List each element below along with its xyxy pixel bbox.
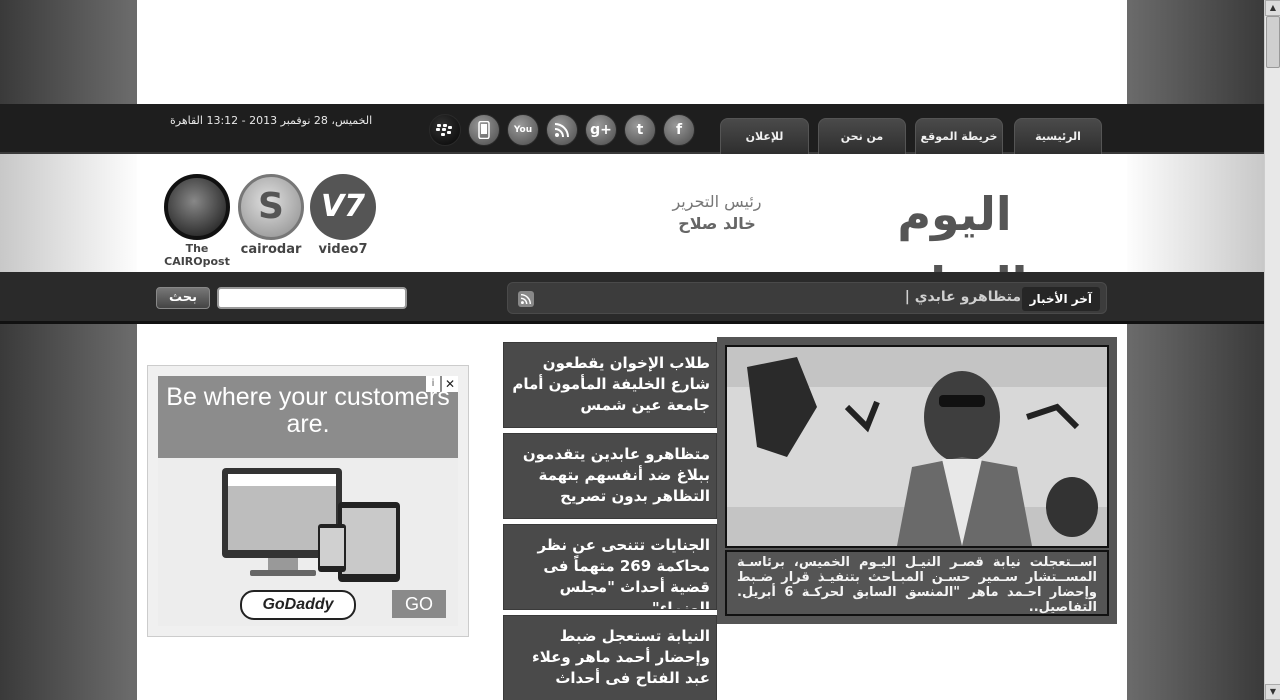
search-input[interactable] xyxy=(217,287,407,309)
site-header: The CAIROpost S cairodar V7 video7 رئيس … xyxy=(137,154,1127,311)
blackberry-icon[interactable] xyxy=(429,114,461,146)
twitter-icon[interactable]: t xyxy=(624,114,656,146)
featured-story[interactable]: اســتعجلت نيابة قصـر النيـل اليـوم الخمي… xyxy=(717,337,1117,624)
ticker-headline[interactable]: متظاهرو عابدي | xyxy=(905,289,1021,305)
ad-headline: Be where your customers are. xyxy=(166,383,450,438)
google-plus-icon[interactable]: g+ xyxy=(585,114,617,146)
cairopost-logo[interactable]: The CAIROpost xyxy=(162,174,232,268)
youtube-icon[interactable]: You xyxy=(507,114,539,146)
ad-close-icon[interactable]: ✕ xyxy=(442,376,458,392)
cairodar-logo[interactable]: S cairodar xyxy=(237,174,305,257)
ticker-label: آخر الأخبار xyxy=(1021,287,1100,311)
featured-photo[interactable] xyxy=(725,345,1109,548)
ad-go-button[interactable]: GO xyxy=(392,590,446,618)
top-navbar: الخميس، 28 نوفمبر 2013 - 13:12 القاهرة Y… xyxy=(0,104,1264,154)
news-item[interactable]: طلاب الإخوان يقطعون شارع الخليفة المأمون… xyxy=(503,342,717,428)
ticker-rss-icon[interactable] xyxy=(518,291,534,307)
news-item[interactable]: النيابة تستعجل ضبط وإحضار أحمد ماهر وعلا… xyxy=(503,615,717,700)
top-ad-area xyxy=(137,0,1127,104)
editor-name: خالد صلاح xyxy=(678,214,756,233)
news-item[interactable]: الجنايات تتنحى عن نظر محاكمة 269 متهماً … xyxy=(503,524,717,610)
mobile-icon[interactable] xyxy=(468,114,500,146)
facebook-icon[interactable]: f xyxy=(663,114,695,146)
site-logo[interactable]: اليوم السابع xyxy=(837,179,1072,311)
search-button[interactable]: بحث xyxy=(156,287,210,309)
ticker-box: متظاهرو عابدي | آخر الأخبار xyxy=(507,282,1107,314)
featured-caption[interactable]: اســتعجلت نيابة قصـر النيـل اليـوم الخمي… xyxy=(725,550,1109,616)
tab-home[interactable]: الرئيسية xyxy=(1014,118,1102,154)
vertical-scrollbar[interactable]: ▲ ▼ xyxy=(1264,0,1280,700)
tab-advertise[interactable]: للإعلان xyxy=(720,118,809,154)
scroll-thumb[interactable] xyxy=(1266,16,1280,68)
news-ticker-bar: بحث متظاهرو عابدي | آخر الأخبار xyxy=(0,272,1264,324)
news-item[interactable]: متظاهرو عابدين يتقدمون ببلاغ ضد أنفسهم ب… xyxy=(503,433,717,519)
video7-logo[interactable]: V7 video7 xyxy=(309,174,377,257)
scroll-down-arrow-icon[interactable]: ▼ xyxy=(1265,684,1280,700)
editor-title: رئيس التحرير xyxy=(672,192,762,211)
main-content: Be where your customers are. GoDaddy GO … xyxy=(137,324,1127,700)
tab-about[interactable]: من نحن xyxy=(818,118,906,154)
date-time: الخميس، 28 نوفمبر 2013 - 13:12 القاهرة xyxy=(170,114,373,127)
ad-info-icon[interactable]: i xyxy=(426,376,440,392)
sidebar-ad[interactable]: Be where your customers are. GoDaddy GO … xyxy=(147,365,469,637)
ad-brand-logo[interactable]: GoDaddy xyxy=(240,590,356,620)
tab-sitemap[interactable]: خريطة الموقع xyxy=(915,118,1003,154)
rss-icon[interactable] xyxy=(546,114,578,146)
scroll-up-arrow-icon[interactable]: ▲ xyxy=(1265,0,1280,16)
